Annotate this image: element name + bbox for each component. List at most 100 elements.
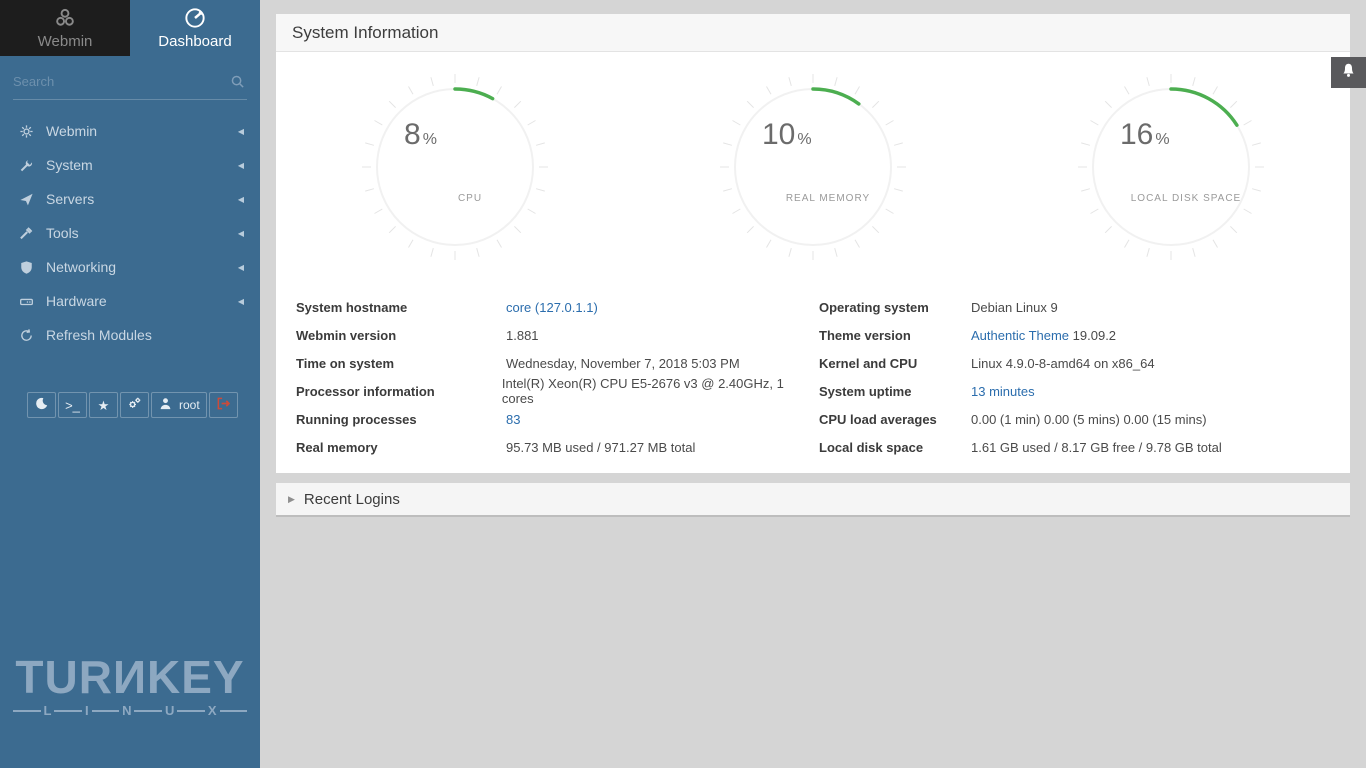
- info-value: core (127.0.1.1): [506, 300, 598, 315]
- logout-icon: [216, 396, 231, 414]
- info-row-time-on-system: Time on systemWednesday, November 7, 201…: [296, 349, 813, 377]
- info-link[interactable]: core (127.0.1.1): [506, 300, 598, 315]
- notifications-button[interactable]: [1331, 57, 1366, 88]
- info-row-webmin-version: Webmin version1.881: [296, 321, 813, 349]
- tab-dashboard-label: Dashboard: [158, 33, 231, 50]
- sidebar-item-refresh-modules[interactable]: Refresh Modules: [0, 318, 260, 352]
- chevron-left-icon: ◀: [238, 195, 244, 204]
- sidebar-item-webmin[interactable]: Webmin◀: [0, 114, 260, 148]
- gauge-label: CPU: [390, 193, 550, 204]
- terminal-icon: >_: [65, 399, 80, 412]
- favorites-button[interactable]: ★: [89, 392, 118, 418]
- terminal-button[interactable]: >_: [58, 392, 87, 418]
- sidebar-menu: Webmin◀System◀Servers◀Tools◀Networking◀H…: [0, 114, 260, 352]
- info-row-cpu-load-averages: CPU load averages0.00 (1 min) 0.00 (5 mi…: [819, 405, 1350, 433]
- info-label: Operating system: [819, 300, 971, 315]
- gauge-label: LOCAL DISK SPACE: [1106, 193, 1266, 204]
- webmin-dashboard: Webmin Dashboard Webmin◀System◀Servers◀T…: [0, 0, 1366, 768]
- info-link[interactable]: 13 minutes: [971, 384, 1035, 399]
- options-button[interactable]: [120, 392, 149, 418]
- gauge-cell-real-memory: 10% REAL MEMORY: [634, 52, 992, 290]
- turnkey-logo-text: TURИKEY: [10, 654, 250, 700]
- sidebar-item-label: Networking: [46, 259, 238, 275]
- info-link[interactable]: 83: [506, 412, 520, 427]
- sidebar-item-label: Tools: [46, 225, 238, 241]
- user-button[interactable]: root: [151, 392, 207, 418]
- paper-plane-icon: [16, 192, 36, 207]
- info-value: 95.73 MB used / 971.27 MB total: [506, 440, 695, 455]
- gear-icon: [16, 124, 36, 139]
- chevron-right-icon: ▶: [288, 494, 295, 505]
- gauge-value: 10%: [762, 118, 812, 152]
- info-value: 83: [506, 412, 520, 427]
- chevron-left-icon: ◀: [238, 229, 244, 238]
- info-label: Kernel and CPU: [819, 356, 971, 371]
- info-row-processor-information: Processor informationIntel(R) Xeon(R) CP…: [296, 377, 813, 405]
- sidebar-item-label: Webmin: [46, 123, 238, 139]
- gauges-row: 8% CPU 10% REAL MEMORY 16% LOCAL DISK SPACE: [276, 52, 1350, 290]
- info-row-real-memory: Real memory95.73 MB used / 971.27 MB tot…: [296, 433, 813, 461]
- chevron-left-icon: ◀: [238, 161, 244, 170]
- gauge-cell-local-disk-space: 16% LOCAL DISK SPACE: [992, 52, 1350, 290]
- info-value: Linux 4.9.0-8-amd64 on x86_64: [971, 356, 1155, 371]
- sidebar-search: [13, 70, 247, 100]
- moon-icon: [34, 396, 49, 414]
- bell-icon: [1340, 62, 1357, 84]
- user-label: root: [179, 398, 200, 412]
- system-info-table: System hostnamecore (127.0.1.1)Webmin ve…: [276, 290, 1350, 461]
- info-row-system-hostname: System hostnamecore (127.0.1.1): [296, 293, 813, 321]
- info-value: Wednesday, November 7, 2018 5:03 PM: [506, 356, 740, 371]
- star-icon: ★: [98, 399, 110, 412]
- recent-logins-title: Recent Logins: [304, 491, 400, 508]
- info-label: System uptime: [819, 384, 971, 399]
- chevron-left-icon: ◀: [238, 263, 244, 272]
- info-row-theme-version: Theme versionAuthentic Theme 19.09.2: [819, 321, 1350, 349]
- info-label: CPU load averages: [819, 412, 971, 427]
- sidebar-item-system[interactable]: System◀: [0, 148, 260, 182]
- hdd-icon: [16, 294, 36, 309]
- search-input[interactable]: [13, 70, 247, 93]
- info-value: 1.881: [506, 328, 539, 343]
- linux-logo-text: LINUX: [10, 703, 250, 718]
- gauge-label: REAL MEMORY: [748, 193, 908, 204]
- sidebar-item-servers[interactable]: Servers◀: [0, 182, 260, 216]
- chevron-left-icon: ◀: [238, 127, 244, 136]
- sidebar-item-networking[interactable]: Networking◀: [0, 250, 260, 284]
- gauge-cell-cpu: 8% CPU: [276, 52, 634, 290]
- sidebar-item-label: System: [46, 157, 238, 173]
- sidebar-item-label: Refresh Modules: [46, 327, 244, 343]
- gauge-value: 8%: [404, 118, 437, 152]
- info-label: Webmin version: [296, 328, 506, 343]
- refresh-icon: [16, 328, 36, 343]
- system-information-title: System Information: [276, 14, 1350, 52]
- gauge-real-memory: 10% REAL MEMORY: [718, 72, 908, 262]
- main-area: System Information 8% CPU 10% REAL MEMORY 16…: [260, 0, 1366, 768]
- info-value: 1.61 GB used / 8.17 GB free / 9.78 GB to…: [971, 440, 1222, 455]
- info-label: Theme version: [819, 328, 971, 343]
- info-row-system-uptime: System uptime13 minutes: [819, 377, 1350, 405]
- sidebar-item-tools[interactable]: Tools◀: [0, 216, 260, 250]
- sidebar-item-label: Hardware: [46, 293, 238, 309]
- sidebar-footer-buttons: >_ ★ root: [27, 392, 238, 418]
- night-mode-button[interactable]: [27, 392, 56, 418]
- gauge-value: 16%: [1120, 118, 1170, 152]
- info-link[interactable]: Authentic Theme: [971, 328, 1069, 343]
- recent-logins-panel[interactable]: ▶ Recent Logins: [276, 483, 1350, 517]
- logout-button[interactable]: [209, 392, 238, 418]
- sidebar-item-label: Servers: [46, 191, 238, 207]
- shield-icon: [16, 260, 36, 275]
- gauge-cpu: 8% CPU: [360, 72, 550, 262]
- info-row-kernel-and-cpu: Kernel and CPULinux 4.9.0-8-amd64 on x86…: [819, 349, 1350, 377]
- webmin-icon: [54, 7, 76, 29]
- sidebar-tabs: Webmin Dashboard: [0, 0, 260, 56]
- info-label: Real memory: [296, 440, 506, 455]
- info-row-running-processes: Running processes83: [296, 405, 813, 433]
- tab-dashboard[interactable]: Dashboard: [130, 0, 260, 56]
- info-column-left: System hostnamecore (127.0.1.1)Webmin ve…: [276, 293, 813, 461]
- chevron-left-icon: ◀: [238, 297, 244, 306]
- gavel-icon: [16, 226, 36, 241]
- tab-webmin[interactable]: Webmin: [0, 0, 130, 56]
- info-row-local-disk-space: Local disk space1.61 GB used / 8.17 GB f…: [819, 433, 1350, 461]
- search-icon: [230, 74, 245, 94]
- sidebar-item-hardware[interactable]: Hardware◀: [0, 284, 260, 318]
